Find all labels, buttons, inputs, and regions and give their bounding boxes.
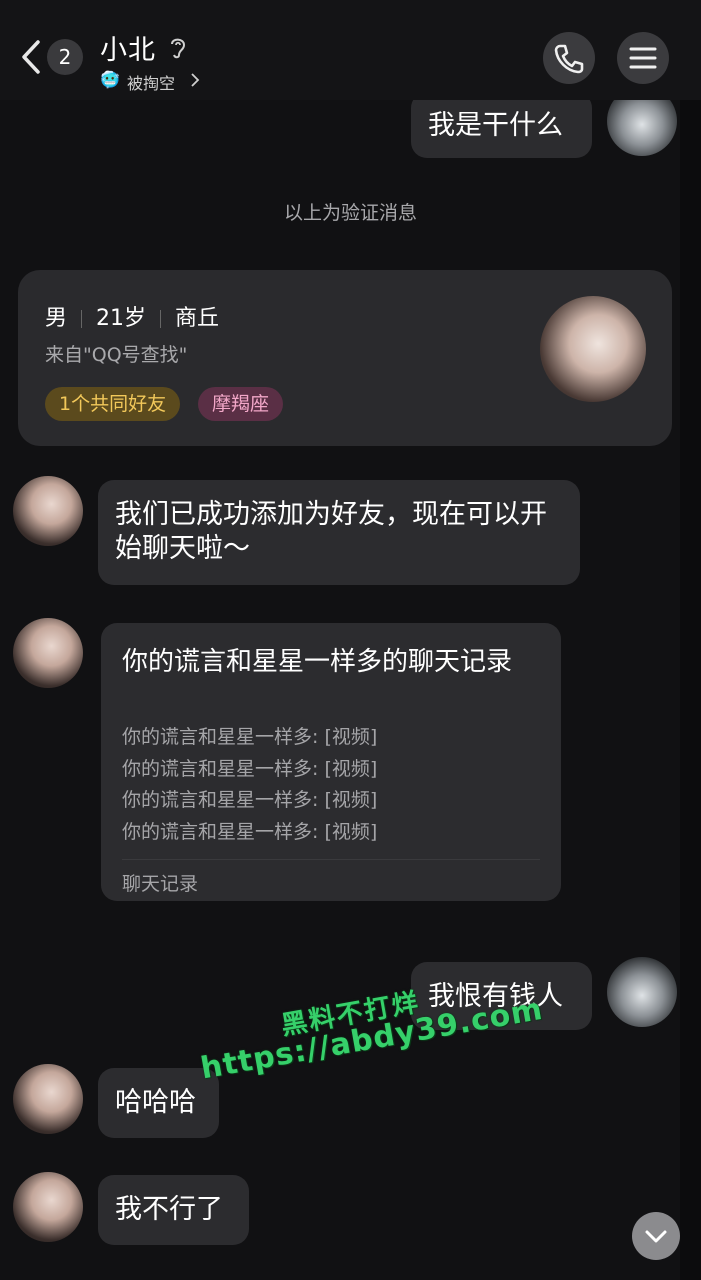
mutual-friends-tag[interactable]: 1个共同好友	[45, 387, 181, 421]
status-emoji-icon: 🥶	[100, 70, 120, 89]
profile-city: 商丘	[175, 306, 220, 331]
divider	[81, 310, 83, 328]
message-text: 我不行了	[115, 1194, 223, 1225]
friend-profile-card[interactable]: 男 21岁 商丘 来自"QQ号查找" 1个共同好友 摩羯座	[18, 270, 672, 446]
back-arrow-icon[interactable]	[16, 36, 44, 78]
message-bubble-self[interactable]: 我是干什么	[411, 92, 592, 158]
message-text: 我是干什么	[428, 110, 563, 141]
contact-avatar[interactable]	[13, 1064, 83, 1134]
unread-count-badge[interactable]: 2	[47, 39, 83, 75]
menu-button[interactable]	[617, 32, 669, 84]
message-bubble-other[interactable]: 我们已成功添加为好友，现在可以开始聊天啦～	[98, 480, 580, 585]
chat-record-line: 你的谎言和星星一样多: [视频]	[122, 758, 378, 780]
message-text: 哈哈哈	[115, 1087, 196, 1118]
chat-record-footer: 聊天记录	[122, 873, 199, 895]
chat-record-line: 你的谎言和星星一样多: [视频]	[122, 726, 378, 748]
profile-age: 21岁	[96, 306, 147, 331]
contact-avatar[interactable]	[13, 476, 83, 546]
chat-record-card[interactable]: 你的谎言和星星一样多的聊天记录 你的谎言和星星一样多: [视频] 你的谎言和星星…	[101, 623, 561, 901]
scroll-edge	[680, 0, 701, 1280]
divider	[160, 310, 162, 328]
contact-avatar[interactable]	[13, 618, 83, 688]
contact-name[interactable]: 小北	[100, 28, 156, 67]
chat-record-title: 你的谎言和星星一样多的聊天记录	[122, 647, 513, 677]
message-bubble-other[interactable]: 我不行了	[98, 1175, 249, 1245]
chat-record-line: 你的谎言和星星一样多: [视频]	[122, 789, 378, 811]
divider	[122, 859, 540, 860]
voice-call-button[interactable]	[543, 32, 595, 84]
self-avatar[interactable]	[607, 957, 677, 1027]
profile-avatar[interactable]	[540, 296, 646, 402]
hamburger-menu-icon	[629, 47, 657, 69]
ear-icon	[171, 38, 186, 59]
profile-source: 来自"QQ号查找"	[45, 344, 188, 366]
chevron-down-icon	[645, 1230, 667, 1243]
contact-avatar[interactable]	[13, 1172, 83, 1242]
message-text: 我们已成功添加为好友，现在可以开始聊天啦～	[115, 499, 547, 564]
message-bubble-other[interactable]: 哈哈哈	[98, 1068, 219, 1138]
phone-icon	[554, 44, 584, 74]
status-text[interactable]: 被掏空	[127, 70, 175, 94]
zodiac-tag: 摩羯座	[198, 387, 284, 421]
profile-gender: 男	[45, 306, 68, 331]
chat-header: 2 小北 🥶 被掏空	[0, 0, 701, 100]
profile-basic-info: 男 21岁 商丘	[45, 300, 219, 332]
system-note: 以上为验证消息	[283, 202, 417, 224]
chevron-right-icon[interactable]	[190, 72, 200, 88]
scroll-to-bottom-button[interactable]	[632, 1212, 680, 1260]
chat-record-line: 你的谎言和星星一样多: [视频]	[122, 821, 378, 843]
